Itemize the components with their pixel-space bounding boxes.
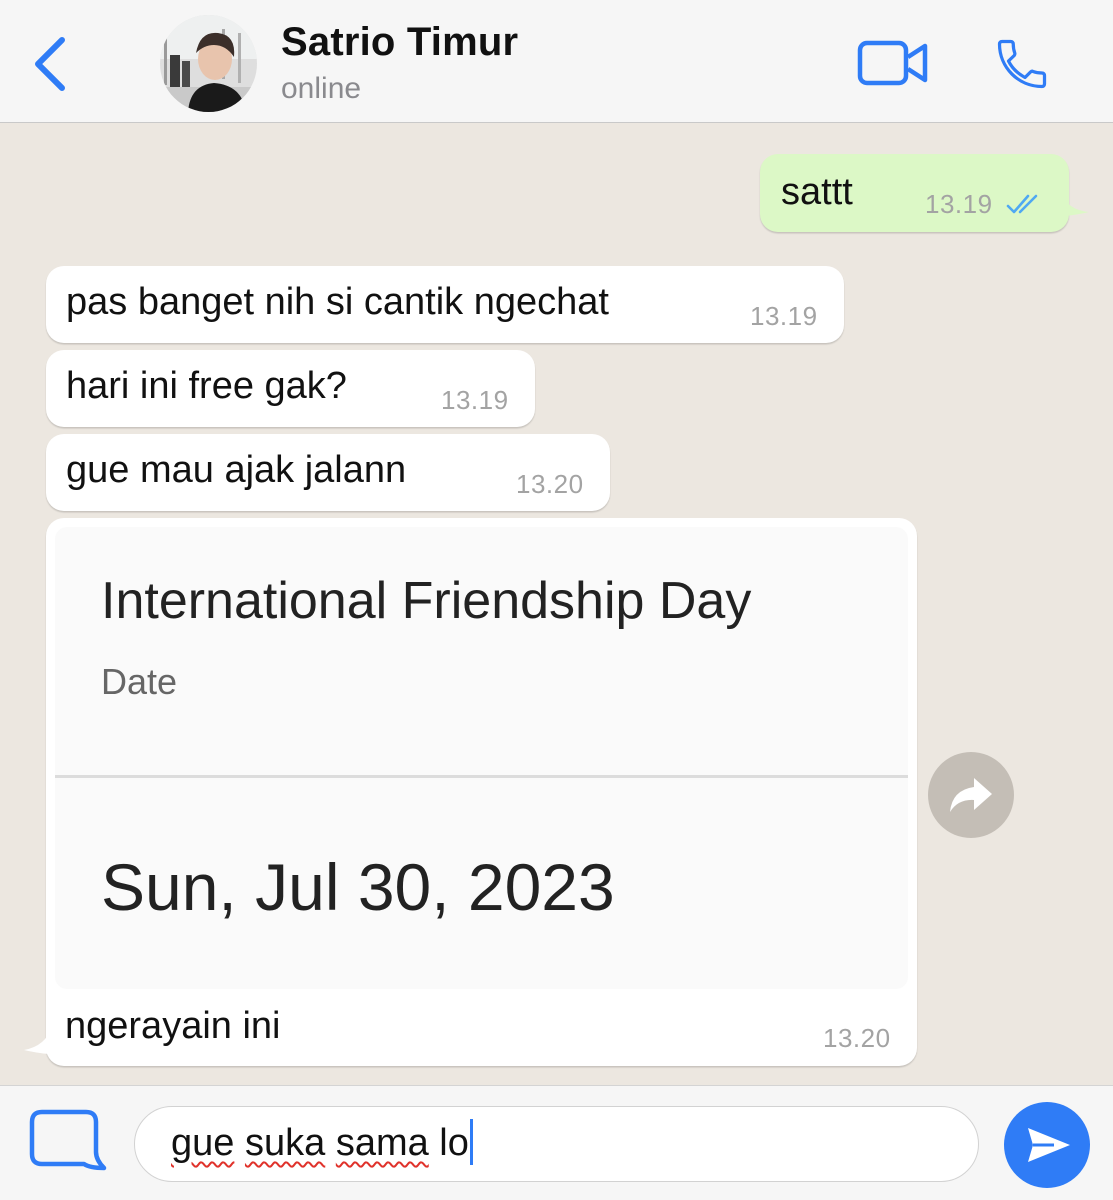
divider	[55, 775, 908, 778]
message-time: 13.19	[441, 385, 509, 415]
avatar[interactable]	[160, 15, 257, 112]
text-cursor	[469, 1118, 473, 1165]
message-time: 13.19	[750, 301, 818, 331]
back-button[interactable]	[22, 28, 82, 98]
input-word: suka	[244, 1122, 326, 1164]
contact-name[interactable]: Satrio Timur	[281, 20, 518, 65]
phone-icon	[997, 39, 1047, 89]
message-text: gue mau ajak jalann	[66, 449, 407, 491]
input-word: gue	[171, 1122, 235, 1164]
bubble-tail	[1061, 192, 1089, 216]
card-subtitle: Date	[101, 661, 178, 702]
video-camera-icon	[857, 40, 928, 86]
message-bubble-incoming[interactable]: pas banget nih si cantik ngechat 13.19	[46, 266, 844, 343]
voice-call-button[interactable]	[992, 34, 1052, 94]
send-icon	[1028, 1128, 1070, 1162]
input-word: lo	[439, 1122, 469, 1164]
input-word: sama	[335, 1122, 429, 1164]
message-time: 13.19	[925, 189, 993, 219]
message-time: 13.20	[516, 469, 584, 499]
sticker-icon	[29, 1109, 107, 1171]
share-arrow-icon	[950, 778, 992, 812]
contact-status: online	[281, 72, 362, 105]
card-title: International Friendship Day	[101, 572, 752, 630]
send-button[interactable]	[1004, 1102, 1090, 1188]
message-time: 13.20	[823, 1023, 891, 1053]
message-input[interactable]: gue suka sama lo	[134, 1106, 979, 1182]
message-input-value: gue suka sama lo	[171, 1118, 473, 1165]
message-bubble-card[interactable]: International Friendship Day Date Sun, J…	[24, 518, 917, 1066]
composer-bar: gue suka sama lo	[0, 1085, 1113, 1200]
message-bubble-incoming[interactable]: hari ini free gak? 13.19	[46, 350, 535, 427]
chat-header: Satrio Timur online	[0, 0, 1113, 123]
forward-button[interactable]	[928, 752, 1014, 838]
message-text: pas banget nih si cantik ngechat	[66, 281, 609, 323]
bubble-tail	[24, 1026, 52, 1054]
message-bubble-incoming[interactable]: gue mau ajak jalann 13.20	[46, 434, 610, 511]
double-check-icon	[1006, 194, 1038, 214]
video-call-button[interactable]	[856, 38, 930, 88]
message-bubble-outgoing[interactable]: sattt 13.19	[760, 154, 1089, 232]
chevron-left-icon	[35, 37, 65, 91]
message-text: hari ini free gak?	[66, 365, 347, 407]
sticker-button[interactable]	[24, 1108, 108, 1178]
message-text: sattt	[781, 171, 853, 213]
card-date: Sun, Jul 30, 2023	[101, 850, 615, 924]
message-text: ngerayain ini	[65, 1005, 281, 1047]
event-card[interactable]: International Friendship Day Date Sun, J…	[55, 527, 908, 989]
